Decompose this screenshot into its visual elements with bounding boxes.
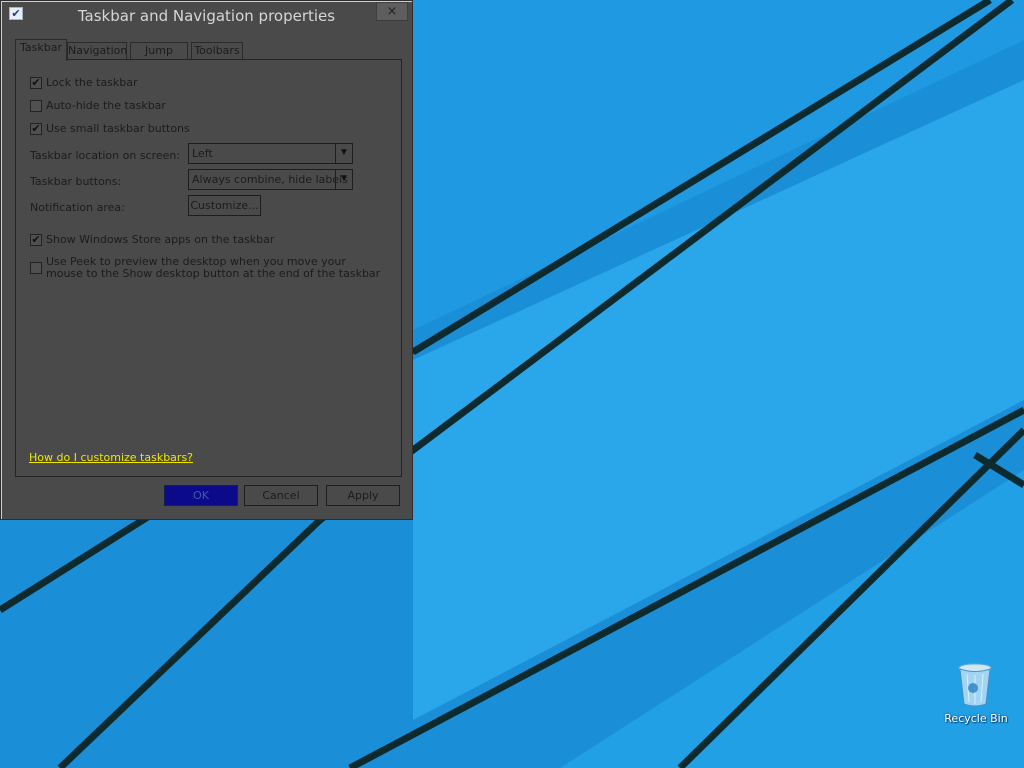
tab-taskbar[interactable]: Taskbar (15, 39, 67, 61)
chevron-down-icon: ▼ (335, 144, 352, 163)
peek-label: Use Peek to preview the desktop when you… (46, 255, 381, 280)
help-link[interactable]: How do I customize taskbars? (29, 451, 193, 464)
cancel-button[interactable]: Cancel (244, 485, 318, 506)
lock-taskbar-checkbox[interactable]: ✔ (30, 77, 42, 89)
taskbar-buttons-select[interactable]: Always combine, hide labels ▼ (188, 169, 353, 190)
recycle-bin-shortcut[interactable]: Recycle Bin (940, 662, 1012, 732)
recycle-bin-icon (958, 663, 992, 707)
auto-hide-label: Auto-hide the taskbar (46, 99, 166, 112)
taskbar-buttons-label: Taskbar buttons: (30, 175, 122, 188)
store-apps-label: Show Windows Store apps on the taskbar (46, 233, 275, 246)
taskbar-tab-panel: ✔ Lock the taskbar Auto-hide the taskbar… (15, 59, 402, 477)
dialog-title: Taskbar and Navigation properties (77, 7, 336, 25)
recycle-bin-label: Recycle Bin (944, 712, 1008, 725)
close-button[interactable]: × (376, 2, 408, 21)
small-buttons-checkbox[interactable]: ✔ (30, 123, 42, 135)
location-value: Left (192, 147, 213, 160)
apply-button[interactable]: Apply (326, 485, 400, 506)
tab-toolbars[interactable]: Toolbars (191, 42, 243, 60)
ok-button[interactable]: OK (164, 485, 238, 506)
small-buttons-label: Use small taskbar buttons (46, 122, 190, 135)
chevron-down-icon: ▼ (335, 170, 352, 189)
notification-area-label: Notification area: (30, 201, 125, 214)
auto-hide-checkbox[interactable] (30, 100, 42, 112)
taskbar-properties-dialog: ✔ Taskbar and Navigation properties × Ta… (0, 0, 413, 520)
store-apps-checkbox[interactable]: ✔ (30, 234, 42, 246)
lock-taskbar-label: Lock the taskbar (46, 76, 138, 89)
title-bar[interactable]: ✔ Taskbar and Navigation properties (1, 1, 412, 33)
tab-jump-lists[interactable]: Jump Lists (130, 42, 188, 73)
taskbar-buttons-value: Always combine, hide labels (192, 173, 348, 186)
customize-button[interactable]: Customize... (188, 195, 261, 216)
peek-checkbox[interactable] (30, 262, 42, 274)
location-select[interactable]: Left ▼ (188, 143, 353, 164)
location-label: Taskbar location on screen: (30, 149, 181, 162)
tab-navigation[interactable]: Navigation (67, 42, 127, 60)
